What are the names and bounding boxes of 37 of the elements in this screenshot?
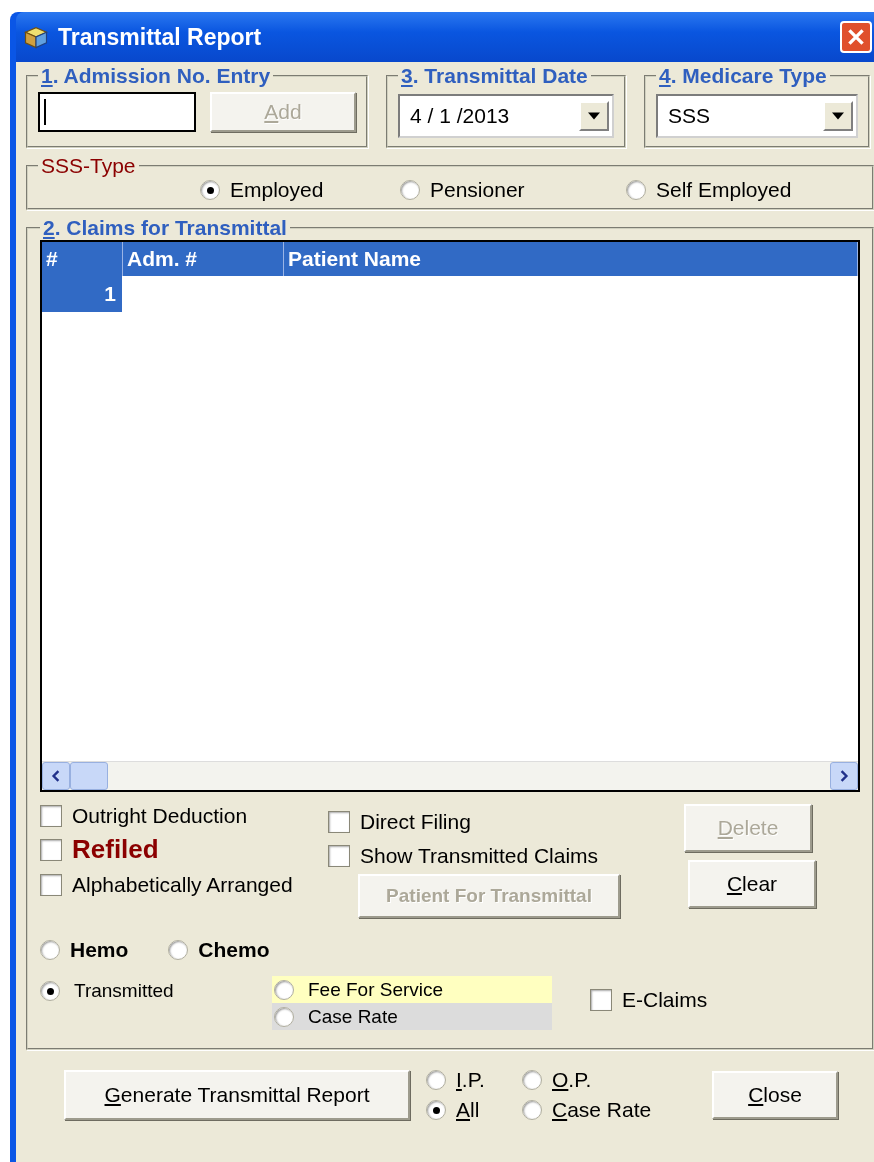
group-title: 2. Claims for Transmittal [42,216,288,240]
clear-button[interactable]: Clear [688,860,816,908]
group-title: 3. Transmittal Date [400,64,589,88]
column-header[interactable]: Patient Name [284,242,858,276]
scroll-left-button[interactable] [42,762,70,790]
scrollbar-thumb[interactable] [70,762,108,790]
checkbox-option[interactable]: Outright Deduction [40,804,328,828]
radio-option[interactable]: Hemo [40,938,129,962]
scroll-right-button[interactable] [830,762,858,790]
date-picker[interactable]: 4 / 1 /2013 [398,94,614,138]
checkbox-option[interactable]: Alphabetically Arranged [40,873,328,897]
radio-option[interactable]: Fee For Service [272,976,552,1003]
radio-option[interactable]: Transmitted [40,976,272,1002]
row-number-cell[interactable]: 1 [42,276,122,312]
chevron-right-icon [838,770,850,782]
generate-report-button[interactable]: Generate Transmittal Report [64,1070,410,1120]
admission-input-field[interactable] [38,92,196,132]
radio-option[interactable]: Employed [200,178,400,202]
radio-option[interactable]: Case Rate [522,1098,702,1122]
close-icon[interactable] [840,21,872,53]
radio-option[interactable]: Case Rate [272,1003,552,1030]
radio-option[interactable]: Pensioner [400,178,626,202]
window-title: Transmittal Report [58,23,263,51]
chevron-left-icon [50,770,62,782]
medicare-type-dropdown[interactable]: SSS [656,94,858,138]
group-title: 4. Medicare Type [658,64,828,88]
checkbox-option[interactable]: E-Claims [590,988,708,1012]
radio-option[interactable]: I.P. [426,1068,522,1092]
radio-option[interactable]: O.P. [522,1068,702,1092]
checkbox-option[interactable]: Refiled [40,834,328,865]
radio-option[interactable]: Chemo [168,938,270,962]
column-header[interactable]: Adm. # [123,242,284,276]
radio-option[interactable]: Self Employed [626,178,792,202]
close-button[interactable]: Close [712,1071,838,1119]
group-title: SSS-Type [40,154,137,178]
group-title: 1. Admission No. Entry [40,64,272,88]
radio-option[interactable]: All [426,1098,522,1122]
